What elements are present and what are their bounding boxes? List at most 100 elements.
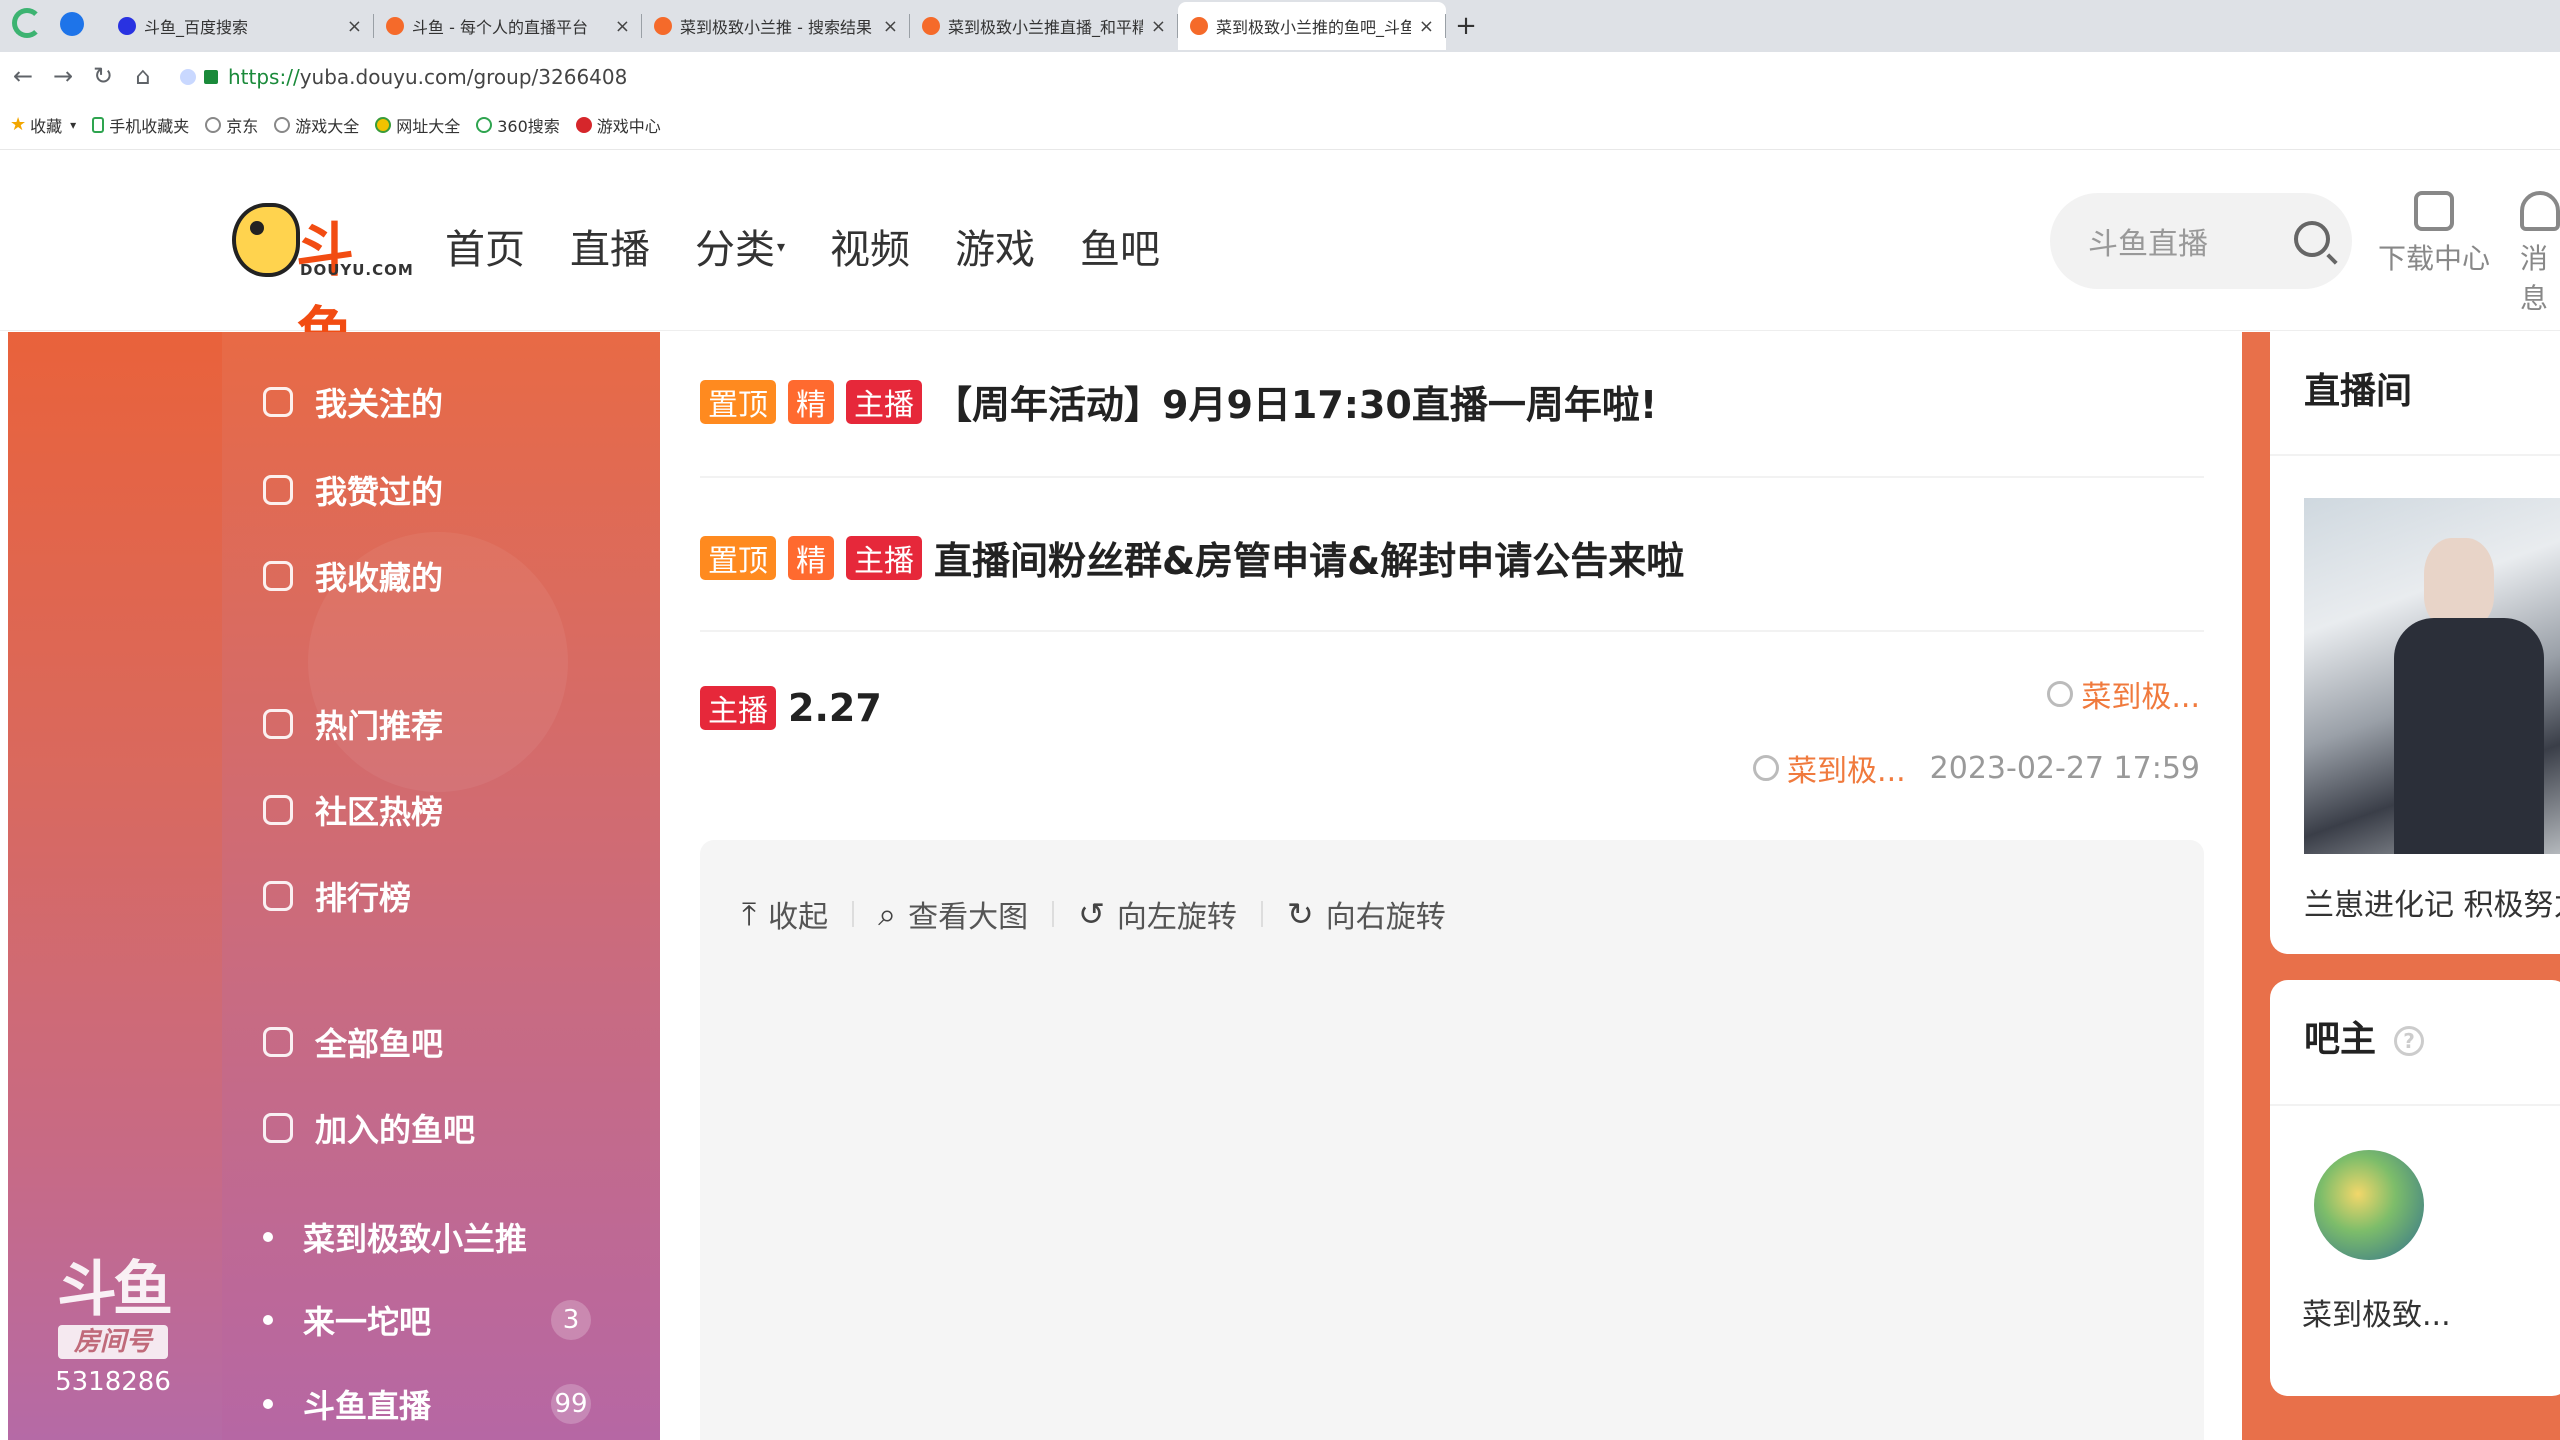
post-item[interactable]: 置顶 精 主播 直播间粉丝群&房管申请&解封申请公告来啦 bbox=[700, 478, 2204, 632]
new-tab-button[interactable]: + bbox=[1446, 2, 1486, 50]
url-field[interactable]: https:// yuba.douyu.com/group/3266408 bbox=[180, 60, 2550, 94]
tab-title: 菜到极致小兰推的鱼吧_斗鱼鱼 bbox=[1216, 18, 1411, 37]
logo-subtext: DOUYU.COM bbox=[300, 261, 414, 279]
download-center-button[interactable]: 下载中心 bbox=[2378, 191, 2490, 277]
browser-tab[interactable]: 菜到极致小兰推 - 搜索结果 - × bbox=[642, 2, 910, 50]
sidebar-group-item[interactable]: 菜到极致小兰推 bbox=[241, 1207, 527, 1267]
site-search-input[interactable]: 斗鱼直播 bbox=[2050, 193, 2352, 289]
sidebar-group-item[interactable]: 来一坨吧 3 bbox=[241, 1290, 591, 1350]
extension-icon[interactable] bbox=[60, 12, 84, 36]
forward-arrow-icon[interactable]: → bbox=[46, 62, 80, 90]
author-name[interactable]: 菜到极... bbox=[2081, 672, 2200, 716]
search-placeholder: 斗鱼直播 bbox=[2088, 227, 2208, 262]
bookmark-item[interactable]: 游戏中心 bbox=[575, 113, 661, 137]
bookmark-item[interactable]: 游戏大全 bbox=[274, 113, 359, 137]
close-tab-icon[interactable]: × bbox=[347, 16, 362, 37]
post-item[interactable]: 置顶 精 主播 【周年活动】9月9日17:30直播一周年啦! bbox=[700, 332, 2204, 478]
featured-tag: 精 bbox=[788, 535, 834, 580]
divider bbox=[2270, 1104, 2560, 1106]
bookmark-item[interactable]: ★ 收藏 ▾ bbox=[10, 113, 76, 137]
sidebar-item-community-hot[interactable]: 社区热榜 bbox=[263, 780, 443, 840]
bell-icon bbox=[2520, 191, 2560, 231]
right-column: 直播间 兰崽进化记 积极努力 吧主? 菜到极致... bbox=[2242, 332, 2560, 1440]
reload-icon[interactable]: ↻ bbox=[86, 62, 120, 90]
sidebar-item-joined-groups[interactable]: 加入的鱼吧 bbox=[263, 1098, 475, 1158]
close-tab-icon[interactable]: × bbox=[883, 16, 898, 37]
sidebar-item-ranking[interactable]: 排行榜 bbox=[263, 866, 411, 926]
phone-icon bbox=[92, 116, 105, 133]
lock-icon bbox=[204, 70, 218, 84]
post-title[interactable]: 主播 2.27 bbox=[700, 686, 882, 730]
caret-down-icon: ▾ bbox=[777, 236, 786, 256]
collapse-icon: ⤒ bbox=[742, 894, 757, 933]
browser-tab[interactable]: 斗鱼 - 每个人的直播平台 × bbox=[374, 2, 642, 50]
tab-strip: 斗鱼_百度搜索 × 斗鱼 - 每个人的直播平台 × 菜到极致小兰推 - 搜索结果… bbox=[106, 2, 1486, 50]
messages-label: 消息 bbox=[2520, 242, 2549, 315]
bookmark-item[interactable]: 360搜索 bbox=[476, 113, 560, 137]
star-icon bbox=[263, 561, 293, 591]
game-icon bbox=[575, 116, 592, 133]
post-item[interactable]: 主播 2.27 菜到极... 菜到极... 2023-02-27 17:59 bbox=[700, 632, 2204, 812]
post-title[interactable]: 置顶 精 主播 直播间粉丝群&房管申请&解封申请公告来啦 bbox=[700, 530, 1684, 585]
rotate-right-button[interactable]: ↻ 向右旋转 bbox=[1287, 892, 1446, 936]
live-room-name[interactable]: 兰崽进化记 积极努力 bbox=[2304, 880, 2560, 924]
post-timestamp: 2023-02-27 17:59 bbox=[1929, 750, 2200, 786]
nav-yuba[interactable]: 鱼吧 bbox=[1080, 217, 1160, 275]
back-arrow-icon[interactable]: ← bbox=[6, 62, 40, 90]
tab-title: 斗鱼_百度搜索 bbox=[144, 18, 249, 37]
tab-title: 斗鱼 - 每个人的直播平台 bbox=[412, 18, 588, 37]
bookmark-item[interactable]: 京东 bbox=[205, 113, 258, 137]
sidebar-item-label: 加入的鱼吧 bbox=[315, 1111, 476, 1149]
host-tag: 主播 bbox=[846, 535, 922, 580]
owner-name[interactable]: 菜到极致... bbox=[2302, 1290, 2451, 1334]
bookmark-item[interactable]: 网址大全 bbox=[375, 113, 460, 137]
nav-video[interactable]: 视频 bbox=[830, 217, 910, 275]
sidebar-item-favorites[interactable]: 我收藏的 bbox=[263, 546, 443, 606]
home-icon[interactable]: ⌂ bbox=[126, 62, 160, 90]
close-tab-icon[interactable]: × bbox=[615, 16, 630, 37]
collapse-button[interactable]: ⤒ 收起 bbox=[742, 892, 854, 936]
sidebar-item-hot[interactable]: 热门推荐 bbox=[263, 694, 443, 754]
last-reply-author[interactable]: 菜到极... bbox=[1787, 746, 1906, 790]
close-tab-icon[interactable]: × bbox=[1151, 16, 1166, 37]
search-icon[interactable] bbox=[2294, 221, 2330, 257]
sidebar-item-liked[interactable]: 我赞过的 bbox=[263, 460, 443, 520]
bookmark-label: 手机收藏夹 bbox=[109, 116, 190, 136]
fish-mascot-icon bbox=[232, 203, 300, 277]
post-title[interactable]: 置顶 精 主播 【周年活动】9月9日17:30直播一周年啦! bbox=[700, 374, 1657, 429]
browser-logo-icon[interactable] bbox=[12, 8, 42, 38]
help-icon[interactable]: ? bbox=[2394, 1026, 2425, 1056]
globe-icon bbox=[274, 116, 291, 133]
rotate-left-button[interactable]: ↺ 向左旋转 bbox=[1078, 892, 1263, 936]
nav-home[interactable]: 首页 bbox=[445, 217, 525, 275]
group-label: 来一坨吧 bbox=[303, 1303, 432, 1341]
nav-game[interactable]: 游戏 bbox=[955, 217, 1035, 275]
nav-category[interactable]: 分类 ▾ bbox=[695, 217, 785, 275]
douyu-logo[interactable]: 斗鱼 DOUYU.COM bbox=[232, 203, 413, 368]
messages-button[interactable]: 消息 bbox=[2520, 191, 2560, 317]
avatar[interactable] bbox=[2314, 1150, 2424, 1260]
bookmark-item[interactable]: 手机收藏夹 bbox=[92, 113, 189, 137]
crown-icon bbox=[263, 387, 293, 417]
owner-title-text: 吧主 bbox=[2304, 1019, 2377, 1060]
post-author[interactable]: 菜到极... bbox=[2047, 672, 2200, 716]
chevron-down-icon[interactable]: ▾ bbox=[70, 118, 76, 132]
sidebar-group-item[interactable]: 斗鱼直播 99 bbox=[241, 1374, 591, 1434]
sidebar-item-following[interactable]: 我关注的 bbox=[263, 372, 443, 432]
joined-icon bbox=[263, 1113, 293, 1143]
room-number-badge[interactable]: 斗鱼 房间号 5318286 bbox=[38, 1257, 188, 1397]
browser-tab[interactable]: 斗鱼_百度搜索 × bbox=[106, 2, 374, 50]
rotate-right-label: 向右旋转 bbox=[1325, 900, 1446, 935]
download-icon bbox=[2414, 191, 2454, 231]
sidebar-item-all-groups[interactable]: 全部鱼吧 bbox=[263, 1012, 443, 1072]
nav-live[interactable]: 直播 bbox=[570, 217, 650, 275]
sidebar-item-label: 我关注的 bbox=[315, 385, 444, 423]
security-shield-icon bbox=[180, 69, 196, 85]
live-room-thumbnail[interactable] bbox=[2304, 498, 2560, 854]
browser-tab[interactable]: 菜到极致小兰推直播_和平精英 × bbox=[910, 2, 1178, 50]
unread-count-badge: 99 bbox=[551, 1384, 591, 1424]
close-tab-icon[interactable]: × bbox=[1419, 16, 1434, 37]
browser-tab-active[interactable]: 菜到极致小兰推的鱼吧_斗鱼鱼 × bbox=[1178, 2, 1446, 50]
room-badge-tag: 房间号 bbox=[58, 1325, 168, 1359]
view-large-button[interactable]: ⌕ 查看大图 bbox=[878, 892, 1054, 936]
